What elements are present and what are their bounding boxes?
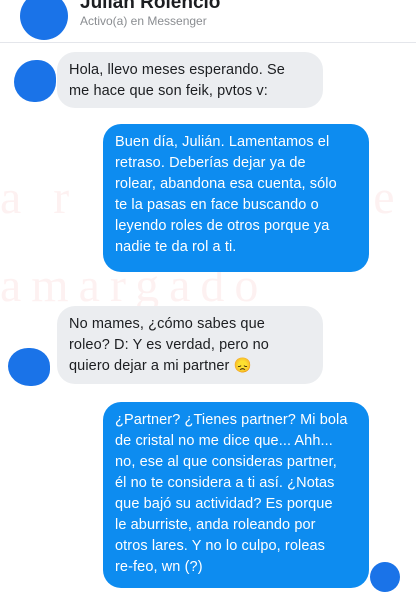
contact-name[interactable]: Julián Rolencio [80,0,220,14]
message-outgoing[interactable]: ¿Partner? ¿Tienes partner? Mi bola de cr… [103,402,369,588]
header-divider [0,42,416,43]
contact-status: Activo(a) en Messenger [80,14,207,28]
chat-header: Julián Rolencio Activo(a) en Messenger [0,0,416,40]
contact-avatar[interactable] [20,0,68,40]
contact-avatar-small[interactable] [14,60,56,102]
contact-avatar-small[interactable] [8,348,50,386]
message-incoming[interactable]: No mames, ¿cómo sabes que roleo? D: Y es… [57,306,323,384]
seen-avatar [370,562,400,592]
message-outgoing[interactable]: Buen día, Julián. Lamentamos el retraso.… [103,124,369,272]
message-incoming[interactable]: Hola, llevo meses esperando. Se me hace … [57,52,323,108]
